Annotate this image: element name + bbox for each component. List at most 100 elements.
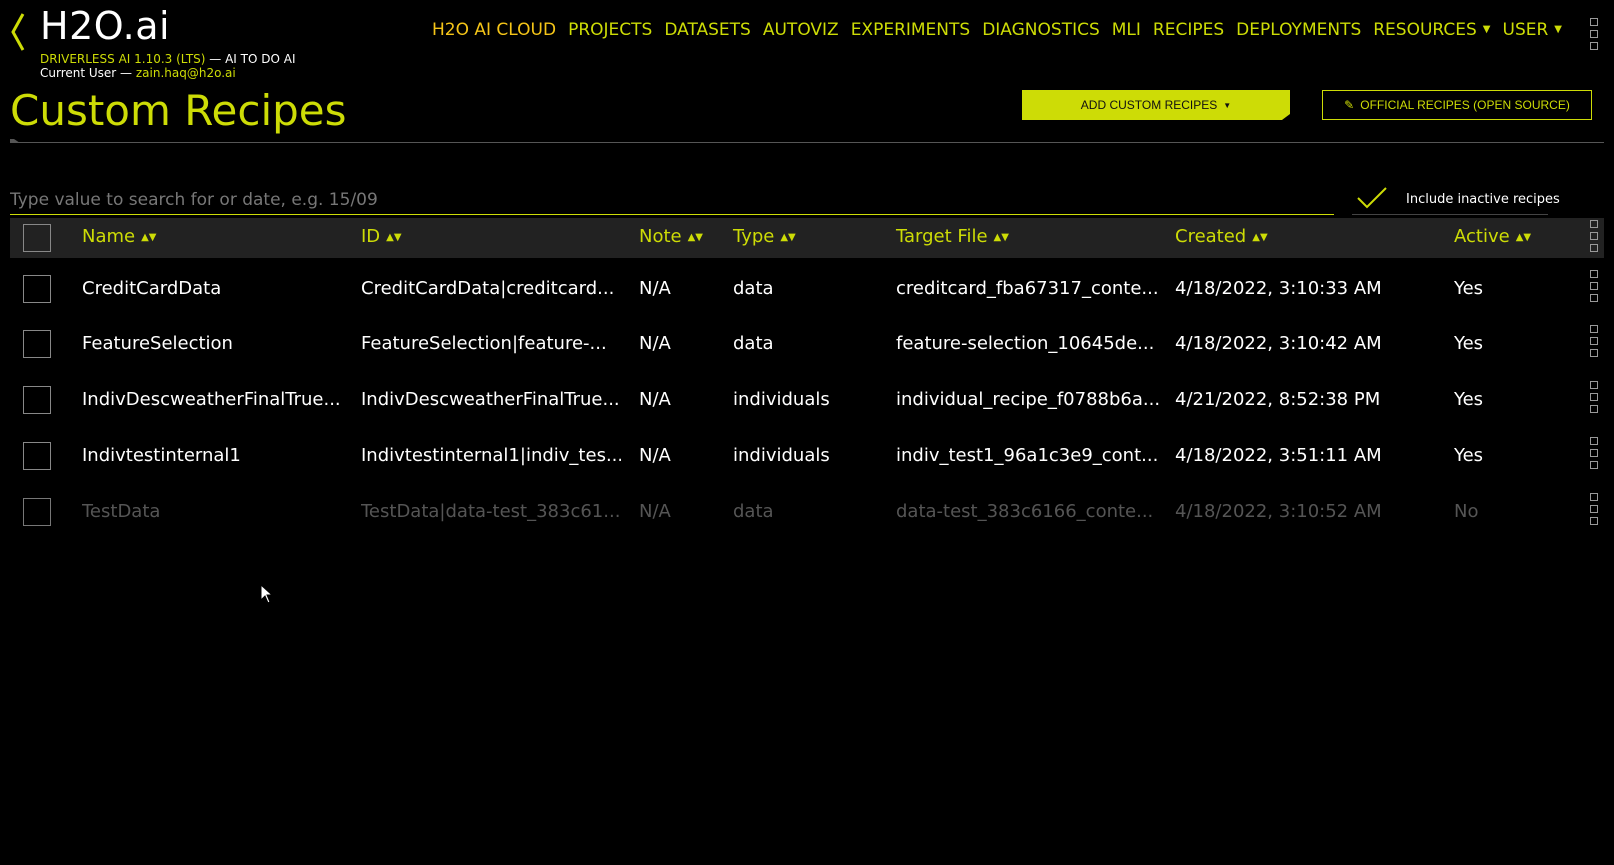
cell-note: N/A — [639, 445, 671, 466]
column-type-label: Type — [733, 226, 775, 247]
row-menu-icon[interactable] — [1590, 493, 1600, 525]
table-header: Name ▲▼ ID ▲▼ Note ▲▼ Type ▲▼ Target File ▲▼ … — [10, 218, 1604, 258]
checkmark-icon[interactable] — [1356, 186, 1388, 210]
column-target-file-label: Target File — [896, 226, 988, 247]
app-menu-icon[interactable] — [1590, 18, 1600, 50]
cell-active: Yes — [1454, 278, 1484, 299]
cell-id: FeatureSelection|feature-... — [361, 333, 607, 354]
caret-down-icon: ▼ — [1223, 100, 1232, 110]
cell-target-file: indiv_test1_96a1c3e9_cont... — [896, 445, 1159, 466]
column-id[interactable]: ID ▲▼ — [361, 226, 402, 247]
column-target-file[interactable]: Target File ▲▼ — [896, 226, 1009, 247]
row-checkbox[interactable] — [23, 330, 51, 358]
cell-target-file: data-test_383c6166_conte... — [896, 501, 1154, 522]
nav-autoviz[interactable]: AUTOVIZ — [763, 20, 839, 40]
column-created[interactable]: Created ▲▼ — [1175, 226, 1268, 247]
version-line: DRIVERLESS AI 1.10.3 (LTS) — AI TO DO AI — [40, 52, 295, 66]
cell-created: 4/18/2022, 3:10:33 AM — [1175, 278, 1382, 299]
nav-user-label: USER — [1502, 20, 1549, 40]
sort-icon: ▲▼ — [780, 232, 796, 243]
cell-created: 4/18/2022, 3:51:11 AM — [1175, 445, 1382, 466]
cell-type: data — [733, 278, 774, 299]
include-inactive-label[interactable]: Include inactive recipes — [1406, 192, 1560, 207]
nav-experiments[interactable]: EXPERIMENTS — [851, 20, 971, 40]
official-recipes-button[interactable]: ✎ OFFICIAL RECIPES (OPEN SOURCE) — [1322, 90, 1592, 120]
nav-user[interactable]: USER ▼ — [1503, 20, 1563, 40]
column-id-label: ID — [361, 226, 381, 247]
cell-id: CreditCardData|creditcard... — [361, 278, 615, 299]
cell-note: N/A — [639, 333, 671, 354]
nav-datasets[interactable]: DATASETS — [664, 20, 751, 40]
cell-note: N/A — [639, 389, 671, 410]
table-row[interactable]: Indivtestinternal1 Indivtestinternal1|in… — [10, 429, 1604, 483]
cell-id: TestData|data-test_383c61... — [361, 501, 621, 522]
official-recipes-label: OFFICIAL RECIPES (OPEN SOURCE) — [1360, 98, 1570, 112]
nav-mli[interactable]: MLI — [1112, 20, 1141, 40]
sort-icon: ▲▼ — [1515, 232, 1532, 243]
top-nav: H2O AI CLOUD PROJECTS DATASETS AUTOVIZ E… — [432, 20, 1562, 40]
nav-h2o-ai-cloud[interactable]: H2O AI CLOUD — [432, 20, 556, 40]
nav-diagnostics[interactable]: DIAGNOSTICS — [982, 20, 1100, 40]
row-checkbox[interactable] — [23, 442, 51, 470]
cell-note: N/A — [639, 501, 671, 522]
nav-deployments[interactable]: DEPLOYMENTS — [1236, 20, 1361, 40]
row-checkbox[interactable] — [23, 498, 51, 526]
add-custom-recipes-label: ADD CUSTOM RECIPES — [1080, 98, 1218, 112]
table-row[interactable]: CreditCardData CreditCardData|creditcard… — [10, 262, 1604, 316]
pencil-icon: ✎ — [1344, 98, 1355, 112]
cell-active: No — [1454, 501, 1479, 522]
back-chevron-icon[interactable] — [10, 12, 26, 52]
cell-created: 4/18/2022, 3:10:52 AM — [1175, 501, 1382, 522]
cell-active: Yes — [1454, 333, 1484, 354]
caret-down-icon: ▼ — [1554, 24, 1562, 35]
cell-id: Indivtestinternal1|indiv_tes... — [361, 445, 621, 466]
column-active[interactable]: Active ▲▼ — [1454, 226, 1531, 247]
nav-resources[interactable]: RESOURCES ▼ — [1373, 20, 1490, 40]
row-checkbox[interactable] — [23, 275, 51, 303]
cell-active: Yes — [1454, 389, 1484, 410]
cell-active: Yes — [1454, 445, 1484, 466]
search-input[interactable] — [10, 186, 1334, 215]
include-inactive-underline — [1352, 214, 1548, 215]
sort-icon: ▲▼ — [993, 232, 1009, 243]
table-row[interactable]: TestData TestData|data-test_383c61... N/… — [10, 485, 1604, 539]
sort-icon: ▲▼ — [141, 232, 157, 243]
cell-type: individuals — [733, 389, 830, 410]
cell-name: CreditCardData — [82, 278, 222, 299]
current-user-line: Current User — zain.haq@h2o.ai — [40, 66, 236, 80]
cell-created: 4/21/2022, 8:52:38 PM — [1175, 389, 1381, 410]
cell-type: individuals — [733, 445, 830, 466]
column-type[interactable]: Type ▲▼ — [733, 226, 796, 247]
cell-id: IndivDescweatherFinalTrue... — [361, 389, 620, 410]
current-user-prefix: Current User — — [40, 66, 136, 80]
column-active-label: Active — [1454, 226, 1510, 247]
column-menu-icon[interactable] — [1590, 220, 1600, 252]
select-all-checkbox[interactable] — [23, 224, 51, 252]
cell-name: FeatureSelection — [82, 333, 233, 354]
cell-target-file: individual_recipe_f0788b6a... — [896, 389, 1161, 410]
cell-type: data — [733, 333, 774, 354]
nav-projects[interactable]: PROJECTS — [568, 20, 652, 40]
nav-resources-label: RESOURCES — [1373, 20, 1477, 40]
row-menu-icon[interactable] — [1590, 325, 1600, 357]
sort-icon: ▲▼ — [386, 232, 402, 243]
product-version: DRIVERLESS AI 1.10.3 (LTS) — [40, 52, 206, 66]
row-menu-icon[interactable] — [1590, 381, 1600, 413]
table-row[interactable]: IndivDescweatherFinalTrue... IndivDescwe… — [10, 373, 1604, 427]
column-name-label: Name — [82, 226, 136, 247]
sort-icon: ▲▼ — [1252, 232, 1268, 243]
add-custom-recipes-button[interactable]: ADD CUSTOM RECIPES ▼ — [1022, 90, 1290, 120]
caret-down-icon: ▼ — [1482, 24, 1491, 35]
column-note[interactable]: Note ▲▼ — [639, 226, 703, 247]
brand-logo[interactable]: H2O.ai — [40, 4, 170, 48]
row-menu-icon[interactable] — [1590, 270, 1600, 302]
nav-recipes[interactable]: RECIPES — [1153, 20, 1224, 40]
column-created-label: Created — [1175, 226, 1247, 247]
row-checkbox[interactable] — [23, 386, 51, 414]
sort-icon: ▲▼ — [687, 232, 703, 243]
cell-target-file: creditcard_fba67317_conte... — [896, 278, 1159, 299]
column-name[interactable]: Name ▲▼ — [82, 226, 157, 247]
row-menu-icon[interactable] — [1590, 437, 1600, 469]
table-row[interactable]: FeatureSelection FeatureSelection|featur… — [10, 317, 1604, 371]
current-user-email: zain.haq@h2o.ai — [135, 66, 236, 80]
